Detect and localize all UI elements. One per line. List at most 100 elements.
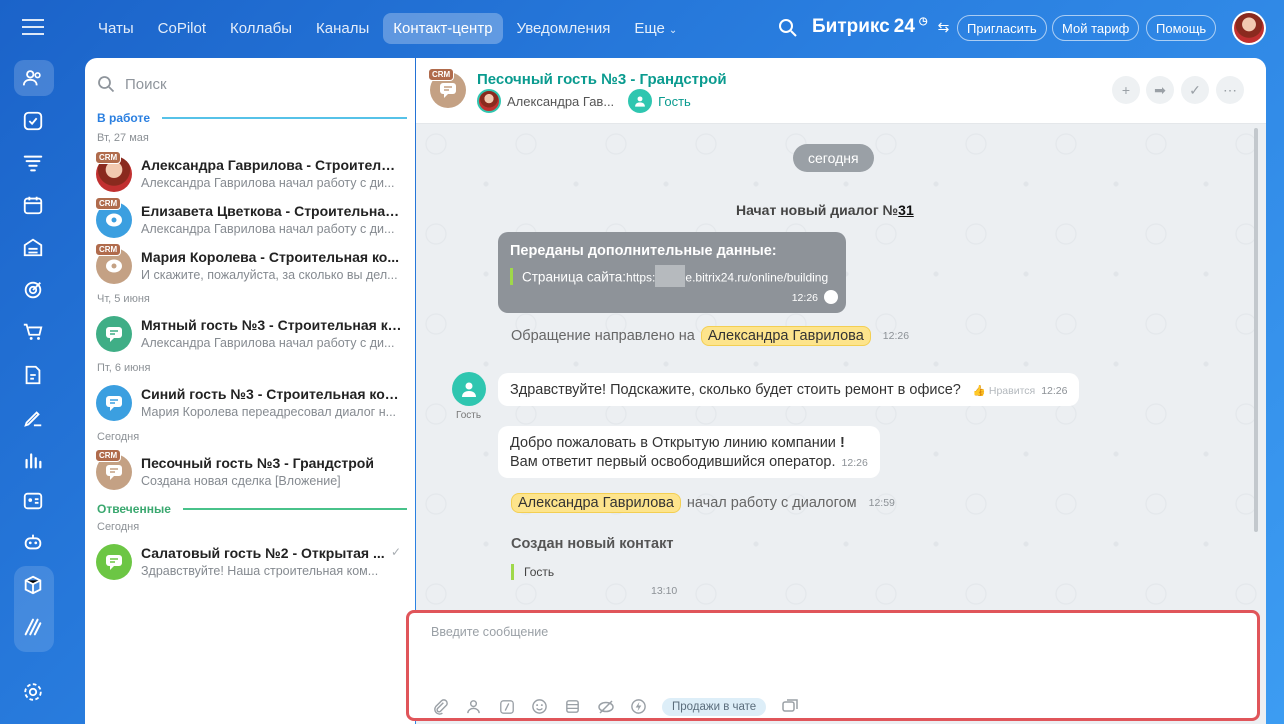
calendar-icon[interactable] bbox=[20, 192, 46, 218]
guest-avatar[interactable] bbox=[452, 372, 486, 406]
chat-item-title: Мятный гость №3 - Строительная ко... bbox=[141, 317, 403, 333]
chat-item[interactable]: CRM Мария Королева - Строительная ко... … bbox=[85, 243, 415, 288]
chat-item-preview: И скажите, пожалуйста, за сколько вы дел… bbox=[141, 268, 398, 282]
chat-item-preview: Мария Королева переадресовал диалог н... bbox=[141, 405, 397, 419]
done-icon[interactable]: ✓ bbox=[1181, 76, 1209, 104]
cart-icon[interactable] bbox=[20, 319, 46, 345]
tab-channels[interactable]: Каналы bbox=[306, 13, 379, 44]
tab-contact-center[interactable]: Контакт-центр bbox=[383, 12, 503, 44]
new-dialog-notice: Начат новый диалог №31 bbox=[736, 202, 914, 218]
funnel-icon[interactable] bbox=[20, 150, 46, 176]
tab-collabs[interactable]: Коллабы bbox=[220, 13, 302, 44]
welcome-line-1-text: Добро пожаловать в Открытую линию компан… bbox=[510, 435, 836, 451]
tariff-button[interactable]: Мой тариф bbox=[1052, 15, 1140, 41]
more-icon[interactable]: ⋯ bbox=[1216, 76, 1244, 104]
chat-item-preview: Александра Гаврилова начал работу с ди..… bbox=[141, 336, 395, 350]
clock-icon: ◷ bbox=[918, 15, 928, 27]
date-divider: сегодня bbox=[793, 144, 874, 172]
robot-icon[interactable] bbox=[20, 529, 46, 555]
redacted-block bbox=[655, 265, 686, 287]
target-icon[interactable] bbox=[20, 277, 46, 303]
add-icon[interactable]: + bbox=[1112, 76, 1140, 104]
date-separator: Вт, 27 мая bbox=[97, 132, 149, 144]
chat-item-preview: Александра Гаврилова начал работу с ди..… bbox=[141, 222, 395, 236]
section-answered: Отвеченные bbox=[97, 502, 407, 516]
sign-icon[interactable] bbox=[20, 405, 46, 431]
operator-mention[interactable]: Александра Гаврилова bbox=[700, 326, 871, 346]
tab-chats[interactable]: Чаты bbox=[88, 13, 144, 44]
tune-icon[interactable]: ⇆ bbox=[938, 19, 950, 36]
template-icon[interactable] bbox=[563, 697, 582, 716]
new-contact-title: Создан новый контакт bbox=[511, 536, 674, 552]
tab-notifications[interactable]: Уведомления bbox=[507, 13, 621, 44]
guest-avatar bbox=[628, 89, 653, 113]
tab-more[interactable]: Еще ⌄ bbox=[624, 13, 687, 44]
chat-item-preview: Здравствуйте! Наша строительная ком... bbox=[141, 564, 379, 578]
date-separator: Сегодня bbox=[97, 431, 140, 443]
smile-icon[interactable] bbox=[530, 697, 549, 716]
invite-button[interactable]: Пригласить bbox=[957, 15, 1047, 41]
lightning-icon[interactable] bbox=[629, 697, 648, 716]
chat-item[interactable]: Мятный гость №3 - Строительная ко... Але… bbox=[85, 312, 415, 356]
user-avatar[interactable] bbox=[1232, 11, 1266, 45]
message-time: 12:59 bbox=[868, 497, 895, 509]
chat-item[interactable]: Салатовый гость №2 - Открытая ... ✓ Здра… bbox=[85, 540, 415, 584]
user-icon[interactable] bbox=[464, 697, 483, 716]
chat-members[interactable]: Александра Гав... Гость bbox=[477, 89, 691, 113]
document-icon[interactable] bbox=[20, 362, 46, 388]
warehouse-icon[interactable] bbox=[20, 234, 46, 260]
crm-badge: CRM bbox=[428, 68, 455, 81]
guest-message-text: Здравствуйте! Подскажите, сколько будет … bbox=[510, 382, 961, 398]
dialog-number-link[interactable]: 31 bbox=[898, 202, 914, 218]
idcard-icon[interactable] bbox=[20, 488, 46, 514]
chat-header: CRM Песочный гость №3 - Грандстрой Алекс… bbox=[416, 58, 1266, 124]
guest-message[interactable]: Здравствуйте! Подскажите, сколько будет … bbox=[498, 373, 1080, 406]
new-contact-name[interactable]: Гость bbox=[524, 565, 554, 579]
search-icon[interactable] bbox=[778, 18, 798, 38]
chat-item-title: Мария Королева - Строительная ко... bbox=[141, 249, 399, 265]
chat-title[interactable]: Песочный гость №3 - Грандстрой bbox=[477, 71, 727, 88]
forward-icon[interactable]: ➡ bbox=[1146, 76, 1174, 104]
brush-icon[interactable] bbox=[20, 614, 46, 640]
tab-copilot[interactable]: CoPilot bbox=[148, 13, 216, 44]
avatar bbox=[96, 385, 132, 421]
search-icon bbox=[98, 76, 115, 93]
media-icon[interactable] bbox=[780, 697, 799, 716]
tasks-icon[interactable] bbox=[20, 108, 46, 134]
chat-item-preview: Создана новая сделка [Вложение] bbox=[141, 474, 341, 488]
search-placeholder: Поиск bbox=[125, 75, 167, 93]
welcome-line-1: Добро пожаловать в Открытую линию компан… bbox=[510, 434, 868, 453]
brand-logo[interactable]: Битрикс 24 ◷ ⇆ bbox=[812, 16, 949, 38]
site-url-end[interactable]: e.bitrix24.ru/online/building bbox=[685, 271, 828, 285]
message-time: 12:26 bbox=[1041, 385, 1068, 397]
message-icon bbox=[106, 327, 122, 342]
settings-icon[interactable] bbox=[20, 679, 46, 705]
chat-item-title: Елизавета Цветкова - Строительная ... bbox=[141, 203, 403, 219]
hidden-message-icon[interactable] bbox=[596, 697, 615, 716]
member-avatar bbox=[477, 89, 501, 113]
chat-item[interactable]: CRM Александра Гаврилова - Строительн...… bbox=[85, 151, 415, 196]
help-button[interactable]: Помощь bbox=[1146, 15, 1217, 41]
message-composer[interactable]: Введите сообщение Продажи в чате bbox=[406, 610, 1260, 721]
quote-bar bbox=[510, 268, 513, 285]
chat-bubble-icon bbox=[106, 259, 122, 273]
sales-in-chat-button[interactable]: Продажи в чате bbox=[662, 697, 767, 716]
command-icon[interactable] bbox=[497, 697, 516, 716]
contacts-icon[interactable] bbox=[20, 65, 46, 91]
composer-toolbar: Продажи в чате bbox=[431, 697, 799, 716]
box-icon[interactable] bbox=[20, 572, 46, 598]
like-icon[interactable]: 👍 Нравится bbox=[973, 385, 1035, 397]
scrollbar[interactable] bbox=[1254, 128, 1258, 532]
chat-item[interactable]: CRM Елизавета Цветкова - Строительная ..… bbox=[85, 197, 415, 242]
menu-icon[interactable] bbox=[22, 18, 44, 36]
operator-mention[interactable]: Александра Гаврилова bbox=[511, 493, 681, 513]
check-icon: ✓ bbox=[390, 545, 401, 559]
message-time: 12:26 bbox=[882, 330, 910, 342]
welcome-message[interactable]: Добро пожаловать в Открытую линию компан… bbox=[498, 426, 880, 478]
attach-icon[interactable] bbox=[431, 697, 450, 716]
analytics-icon[interactable] bbox=[20, 447, 46, 473]
extra-data-message: Переданы дополнительные данные: Страница… bbox=[498, 232, 846, 313]
chat-search[interactable]: Поиск bbox=[97, 72, 167, 96]
chat-item[interactable]: Синий гость №3 - Строительная ком... Мар… bbox=[85, 381, 415, 425]
chat-item-active[interactable]: CRM Песочный гость №3 - Грандстрой Созда… bbox=[85, 449, 415, 494]
